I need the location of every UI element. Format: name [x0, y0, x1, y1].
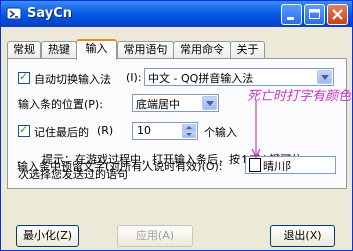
exit-button[interactable]: 退出(X)	[270, 225, 335, 247]
maximize-icon	[309, 9, 320, 19]
tab-hotkeys[interactable]: 热键	[41, 41, 77, 59]
remember-count-value: 10	[137, 124, 151, 137]
text-caret-icon	[249, 158, 261, 172]
auto-switch-ime-checkbox[interactable]	[18, 70, 30, 84]
chevron-down-icon[interactable]	[202, 96, 217, 110]
tab-general[interactable]: 常规	[7, 41, 41, 59]
close-icon	[332, 9, 343, 20]
annotation-arrow-icon	[251, 101, 261, 159]
remember-last-shortcut: (R)	[97, 124, 114, 137]
spin-down-icon[interactable]	[182, 131, 196, 138]
ime-select-value: 中文 - QQ拼音输入法	[148, 72, 254, 85]
app-icon	[6, 7, 22, 20]
auto-switch-ime-shortcut: (I):	[126, 71, 142, 84]
saycn-window: SayCn 常规 热键 输入 常用语句 常用命令 关于 自动切换输入法 (I):…	[0, 0, 353, 251]
auto-switch-ime-label: 自动切换输入法	[34, 73, 111, 86]
tab-common-commands[interactable]: 常用命令	[173, 41, 231, 59]
maximize-window-button[interactable]	[304, 4, 325, 25]
title-bar[interactable]: SayCn	[1, 1, 352, 27]
preset-text-value: 晴川阝	[263, 160, 296, 173]
remember-count-unit: 个输入	[204, 126, 237, 139]
close-window-button[interactable]	[327, 4, 348, 25]
tab-strip: 常规 热键 输入 常用语句 常用命令 关于	[7, 39, 347, 60]
tab-about[interactable]: 关于	[230, 41, 265, 59]
spin-up-icon[interactable]	[182, 124, 196, 131]
tab-common-phrases[interactable]: 常用语句	[117, 41, 174, 59]
ime-select[interactable]: 中文 - QQ拼音输入法	[144, 68, 334, 86]
input-bar-position-select[interactable]: 底端居中	[132, 94, 219, 112]
window-title: SayCn	[27, 6, 73, 21]
minimize-window-button[interactable]	[281, 4, 302, 25]
remember-count-spinner[interactable]: 10	[132, 122, 198, 140]
remember-last-label: 记住最后的	[34, 126, 89, 139]
preset-text-label: 输入条中预留文字(对所有人说时有效)(O):	[17, 160, 223, 173]
tab-input[interactable]: 输入	[76, 39, 117, 60]
input-bar-position-value: 底端居中	[136, 98, 180, 111]
input-bar-position-label: 输入条的位置(P):	[18, 98, 103, 111]
chevron-down-icon[interactable]	[317, 70, 332, 84]
minimize-button[interactable]: 最小化(Z)	[16, 225, 79, 247]
remember-last-checkbox[interactable]	[18, 123, 30, 137]
apply-button[interactable]: 应用(A)	[117, 225, 193, 247]
minimize-icon	[287, 17, 294, 20]
